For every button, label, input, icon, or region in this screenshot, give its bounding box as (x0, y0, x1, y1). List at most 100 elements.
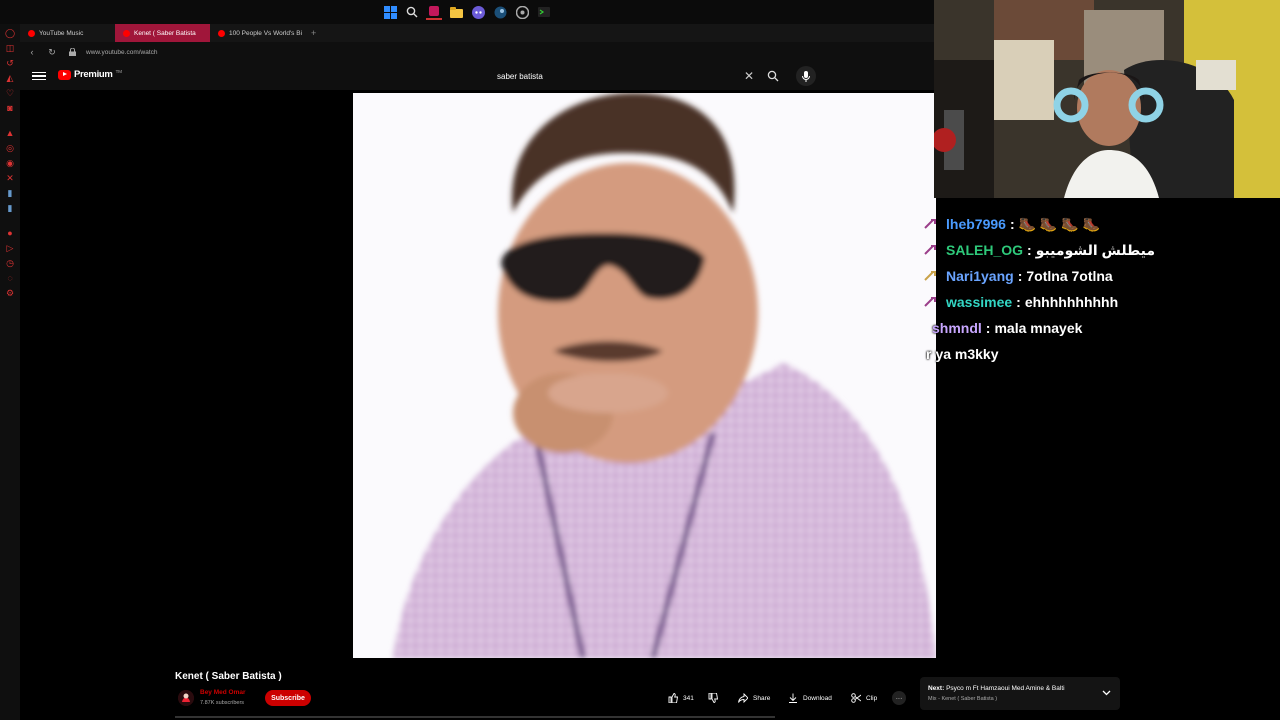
thumbs-down-icon (708, 693, 718, 703)
search-icon[interactable] (764, 67, 782, 85)
chat-separator: : (1009, 216, 1015, 232)
chat-message: lheb7996: 🥾 🥾 🥾 🥾 (924, 211, 1280, 237)
sword-badge-icon (924, 271, 936, 281)
download-button[interactable]: Download (788, 690, 832, 706)
next-video-card[interactable]: Next: Psyco m Ft Hamzaoui Med Amine & Ba… (920, 677, 1120, 710)
lock-icon (66, 46, 78, 58)
whatsapp-icon[interactable]: ◎ (5, 143, 15, 153)
menu-icon[interactable] (32, 69, 46, 83)
chat-text: ميطلش الشوميبو (1035, 241, 1156, 258)
like-button[interactable]: 341 (668, 690, 694, 706)
windows-icon[interactable] (382, 4, 398, 20)
opera-icon[interactable]: ◯ (5, 28, 15, 38)
address-bar: ‹ ↻ www.youtube.com/watch (20, 42, 934, 62)
chat-separator: : (1027, 242, 1032, 258)
thumbs-up-icon (668, 693, 678, 703)
clip-button[interactable]: Clip (851, 690, 877, 706)
chrome-icon[interactable] (514, 4, 530, 20)
bluesky-icon[interactable]: ▮ (5, 188, 15, 198)
video-title: Kenet ( Saber Batista ) (175, 671, 282, 682)
taskbar (0, 0, 934, 24)
extension-icon[interactable]: ▮ (5, 203, 15, 213)
dislike-button[interactable] (708, 690, 718, 706)
new-tab-button[interactable]: + (305, 24, 322, 42)
chat-overlay: lheb7996: 🥾 🥾 🥾 🥾 SALEH_OG: ميطلش الشوميبو N… (924, 211, 1280, 367)
chat-username: shmndl (932, 320, 982, 336)
tab-youtube-music[interactable]: YouTube Music (20, 24, 115, 42)
mic-icon[interactable] (796, 66, 816, 86)
tab-label: Kenet ( Saber Batista (134, 29, 196, 37)
logo-text: Premium (74, 69, 113, 80)
heart-icon[interactable]: ♡ (5, 88, 15, 98)
clock-icon[interactable]: ◷ (5, 258, 15, 268)
app-icon[interactable] (426, 4, 442, 20)
chat-message: r ya m3kky (924, 341, 1280, 367)
channel-avatar[interactable] (178, 690, 194, 706)
video-progress-bar[interactable] (175, 716, 775, 718)
more-actions-button[interactable]: ··· (892, 691, 906, 705)
play-icon[interactable]: ▷ (5, 243, 15, 253)
chat-username: r (926, 346, 932, 362)
next-prefix: Next: (928, 685, 945, 692)
settings-icon[interactable]: ⚙ (5, 288, 15, 298)
chat-text: ya m3kky (935, 346, 999, 362)
reload-icon[interactable]: ↻ (46, 46, 58, 58)
terminal-icon[interactable] (536, 4, 552, 20)
clear-search-icon[interactable]: ✕ (742, 67, 756, 85)
bag-icon[interactable]: ◭ (5, 73, 15, 83)
insta-icon[interactable]: ◉ (5, 158, 15, 168)
search-icon[interactable] (404, 4, 420, 20)
steam-icon[interactable] (492, 4, 508, 20)
browser-sidebar: ◯ ◫ ↺ ◭ ♡ ◙ ▲ ◎ ◉ ✕ ▮ ▮ ● ▷ ◷ ◌ ⚙ (0, 24, 20, 720)
discord-icon[interactable] (470, 4, 486, 20)
youtube-play-icon (58, 69, 71, 80)
logo-tm: TM (115, 69, 123, 74)
youtube-icon (123, 29, 130, 37)
instagram-icon[interactable]: ◙ (5, 103, 15, 113)
messenger-icon[interactable]: ◫ (5, 43, 15, 53)
chat-message: shmndl: mala mnayek (924, 315, 1280, 341)
chat-separator: : (1017, 268, 1023, 284)
music-icon[interactable]: ▲ (5, 128, 15, 138)
subscribe-button[interactable]: Subscribe (265, 690, 311, 706)
tab-100-people[interactable]: 100 People Vs World's Bi (210, 24, 305, 42)
chat-username: SALEH_OG (946, 242, 1024, 258)
tab-strip: YouTube Music Kenet ( Saber Batista 100 … (20, 24, 934, 42)
record-icon[interactable]: ● (5, 228, 15, 238)
url-text[interactable]: www.youtube.com/watch (86, 49, 158, 56)
clip-label: Clip (866, 694, 878, 702)
tab-kenet[interactable]: Kenet ( Saber Batista (115, 24, 210, 42)
streamer-webcam (934, 0, 1280, 198)
x-icon[interactable]: ✕ (5, 173, 15, 183)
download-icon (789, 693, 797, 703)
youtube-music-icon (28, 29, 35, 37)
video-frame[interactable] (353, 93, 936, 658)
video-player[interactable] (20, 90, 936, 660)
chevron-down-icon[interactable] (1100, 687, 1112, 699)
history-icon[interactable]: ↺ (5, 58, 15, 68)
chat-username: Nari1yang (946, 268, 1014, 284)
more-icon: ··· (895, 694, 903, 702)
scissors-icon (851, 693, 861, 703)
back-icon[interactable]: ‹ (26, 46, 38, 58)
chat-separator: : (985, 320, 991, 336)
chat-text: 🥾 🥾 🥾 🥾 (1018, 215, 1101, 232)
next-video-title: Next: Psyco m Ft Hamzaoui Med Amine & Ba… (928, 685, 1065, 692)
chat-message: wassimee: ehhhhhhhhhh (924, 289, 1280, 315)
chat-message: SALEH_OG: ميطلش الشوميبو (924, 237, 1280, 263)
sword-badge-icon (924, 219, 936, 229)
webcam-image (934, 0, 1280, 198)
search-input[interactable]: saber batista (487, 67, 783, 85)
channel-name[interactable]: Bey Med Omar (200, 689, 246, 696)
tab-label: YouTube Music (39, 29, 84, 37)
sword-badge-icon (924, 297, 936, 307)
share-icon (738, 693, 748, 703)
video-info-bar: Kenet ( Saber Batista ) Bey Med Omar 7.8… (20, 660, 1280, 720)
share-button[interactable]: Share (738, 690, 770, 706)
folder-icon[interactable] (448, 4, 464, 20)
chat-username: lheb7996 (946, 216, 1006, 232)
youtube-icon (218, 29, 225, 37)
bulb-icon[interactable]: ◌ (5, 273, 15, 283)
like-count: 341 (683, 694, 694, 702)
youtube-logo[interactable]: Premium TM (58, 69, 122, 80)
